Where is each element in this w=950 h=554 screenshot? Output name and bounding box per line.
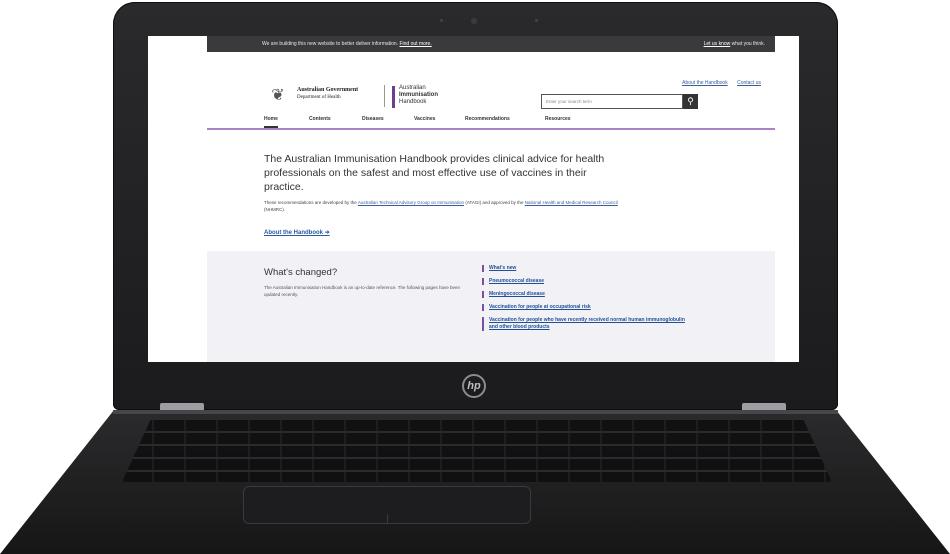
- nav-vaccines[interactable]: Vaccines: [414, 116, 435, 122]
- logo-divider: [384, 85, 385, 107]
- coat-of-arms-icon: ❦: [271, 87, 285, 104]
- notice-text: We are building this new website to bett…: [262, 41, 399, 47]
- nav-home[interactable]: Home: [264, 116, 278, 128]
- update-link[interactable]: Pneumococcal disease: [482, 278, 692, 285]
- atagi-link[interactable]: Australian Technical Advisory Group on I…: [358, 200, 464, 205]
- intro-heading: The Australian Immunisation Handbook pro…: [264, 153, 605, 193]
- top-links: About the Handbook Contact us: [674, 80, 761, 86]
- intro-paragraph: These recommendations are developed by t…: [264, 199, 624, 213]
- nav-recommendations[interactable]: Recommendations: [465, 116, 510, 122]
- website: We are building this new website to bett…: [207, 36, 775, 362]
- laptop-screen: We are building this new website to bett…: [148, 36, 799, 362]
- whats-changed-title: What's changed?: [264, 267, 338, 278]
- handbook-line1: Australian: [399, 85, 426, 91]
- touchpad-divider: [387, 514, 388, 524]
- deck-edge: [113, 410, 838, 414]
- feedback-link[interactable]: Let us know: [704, 41, 731, 47]
- about-handbook-link[interactable]: About the Handbook: [682, 80, 728, 86]
- update-link[interactable]: Meningococcal disease: [482, 291, 692, 298]
- intro-text-a: These recommendations are developed by t…: [264, 200, 357, 205]
- feedback-text: what you think.: [731, 41, 765, 47]
- government-logo[interactable]: Australian Government Department of Heal…: [297, 87, 358, 100]
- update-link[interactable]: Vaccination for people at occupational r…: [482, 304, 692, 311]
- search-icon: ⚲: [687, 96, 694, 106]
- nav-contents[interactable]: Contents: [309, 116, 331, 122]
- updates-list: What's new Pneumococcal disease Meningoc…: [482, 265, 692, 337]
- intro-text-c: (NHMRC).: [264, 207, 285, 212]
- handbook-line3: Handbook: [399, 99, 427, 105]
- contact-us-link[interactable]: Contact us: [737, 80, 761, 86]
- microphone: [440, 19, 443, 22]
- search-input[interactable]: Enter your search term: [541, 94, 683, 109]
- handbook-logo[interactable]: Australian Immunisation Handbook: [399, 85, 438, 106]
- gov-name: Australian Government: [297, 87, 359, 93]
- microphone: [535, 19, 538, 22]
- webcam: [471, 18, 477, 24]
- department-name: Department of Health: [297, 95, 341, 100]
- nav-diseases[interactable]: Diseases: [362, 116, 384, 122]
- nav-resources[interactable]: Resources: [545, 116, 571, 122]
- update-link[interactable]: What's new: [482, 265, 692, 272]
- keyboard-rows: [122, 420, 832, 482]
- about-handbook-cta[interactable]: About the Handbook ➔: [264, 229, 624, 236]
- handbook-logo-bar: [392, 86, 395, 108]
- nhmrc-link[interactable]: National Health and Medical Research Cou…: [525, 200, 618, 205]
- whats-changed-section: What's changed? The Australian Immunisat…: [207, 251, 775, 362]
- notice-bar: We are building this new website to bett…: [207, 36, 775, 52]
- update-link[interactable]: Vaccination for people who have recently…: [482, 317, 692, 331]
- main-nav: Home Contents Diseases Vaccines Recommen…: [207, 112, 775, 130]
- intro-text-b: (ATAGI) and approved by the: [465, 200, 524, 205]
- site-header: About the Handbook Contact us ❦ Australi…: [207, 52, 775, 112]
- feedback-wrap: Let us know what you think.: [704, 36, 765, 52]
- handbook-line2: Immunisation: [399, 92, 439, 98]
- search-button[interactable]: ⚲: [683, 94, 698, 109]
- whats-changed-description: The Australian Immunisation Handbook is …: [264, 285, 461, 297]
- hp-logo: hp: [462, 374, 486, 398]
- notice-link[interactable]: Find out more.: [399, 41, 431, 47]
- notice-text-wrap: We are building this new website to bett…: [262, 36, 432, 52]
- intro-section: The Australian Immunisation Handbook pro…: [264, 152, 624, 236]
